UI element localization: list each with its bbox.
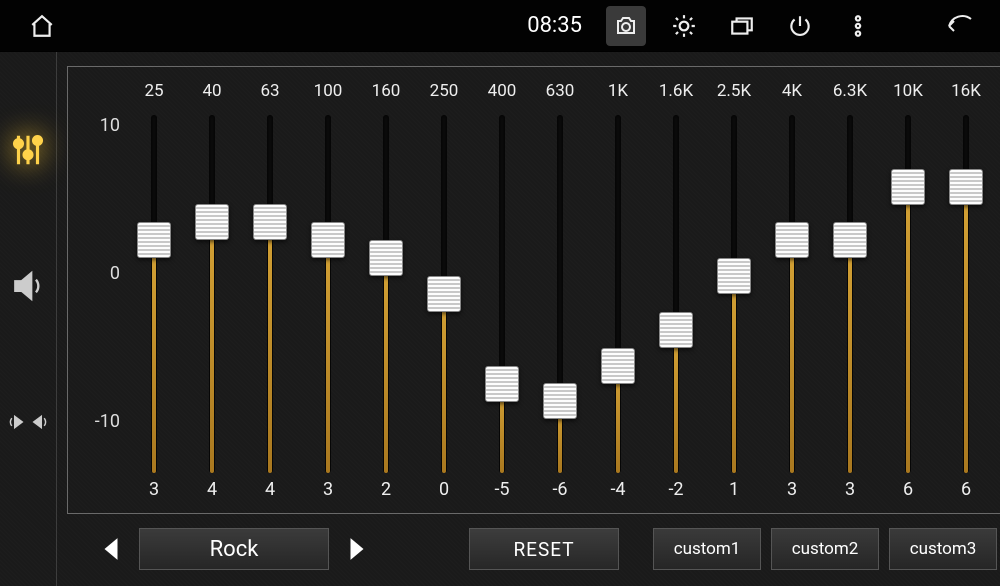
volume-tab-icon[interactable]: [0, 258, 56, 314]
freq-label: 1.6K: [659, 81, 693, 107]
freq-label: 250: [430, 81, 459, 107]
value-label: 0: [439, 479, 449, 503]
eq-band: 1.6K -2: [650, 81, 702, 503]
eq-slider[interactable]: [534, 115, 586, 473]
eq-slider[interactable]: [418, 115, 470, 473]
eq-slider[interactable]: [650, 115, 702, 473]
eq-band: 63 4: [244, 81, 296, 503]
preset-display[interactable]: Rock: [139, 528, 329, 570]
eq-slider[interactable]: [360, 115, 412, 473]
eq-band: 4K 3: [766, 81, 818, 503]
value-label: 3: [323, 479, 333, 503]
value-label: 6: [961, 479, 971, 503]
eq-slider[interactable]: [766, 115, 818, 473]
equalizer-tab-icon[interactable]: [0, 122, 56, 178]
eq-band: 630 -6: [534, 81, 586, 503]
eq-slider[interactable]: [244, 115, 296, 473]
eq-band: 10K 6: [882, 81, 934, 503]
axis-min-label: -10: [76, 411, 120, 432]
eq-slider[interactable]: [592, 115, 644, 473]
eq-band: 40 4: [186, 81, 238, 503]
balance-tab-icon[interactable]: [0, 394, 56, 450]
freq-label: 10K: [893, 81, 923, 107]
eq-band: 100 3: [302, 81, 354, 503]
freq-label: 25: [144, 81, 163, 107]
more-icon[interactable]: [838, 6, 878, 46]
clock-time: 08:35: [527, 13, 582, 38]
freq-label: 63: [260, 81, 279, 107]
power-icon[interactable]: [780, 6, 820, 46]
recent-apps-icon[interactable]: [722, 6, 762, 46]
value-label: 1: [729, 479, 739, 503]
freq-label: 630: [546, 81, 575, 107]
value-label: 3: [149, 479, 159, 503]
eq-band: 25 3: [128, 81, 180, 503]
freq-label: 160: [372, 81, 401, 107]
freq-label: 400: [488, 81, 517, 107]
eq-band: 6.3K 3: [824, 81, 876, 503]
freq-label: 4K: [782, 81, 802, 107]
value-label: -2: [668, 479, 683, 503]
eq-slider[interactable]: [476, 115, 528, 473]
axis-mid-label: 0: [76, 263, 120, 284]
custom1-button[interactable]: custom1: [653, 528, 761, 570]
freq-label: 40: [202, 81, 221, 107]
brightness-icon[interactable]: [664, 6, 704, 46]
bottom-controls: Rock RESET custom1 custom2 custom3: [67, 514, 1000, 576]
eq-band: 16K 6: [940, 81, 992, 503]
value-label: 3: [787, 479, 797, 503]
eq-slider[interactable]: [708, 115, 760, 473]
eq-slider[interactable]: [824, 115, 876, 473]
custom2-button[interactable]: custom2: [771, 528, 879, 570]
value-label: 4: [265, 479, 275, 503]
eq-band: 2.5K 1: [708, 81, 760, 503]
back-icon[interactable]: [938, 6, 978, 46]
preset-next-button[interactable]: [343, 531, 371, 567]
value-label: -5: [494, 479, 509, 503]
freq-label: 6.3K: [833, 81, 867, 107]
eq-slider[interactable]: [882, 115, 934, 473]
eq-slider[interactable]: [940, 115, 992, 473]
eq-band: 160 2: [360, 81, 412, 503]
eq-band: 400 -5: [476, 81, 528, 503]
value-label: 4: [207, 479, 217, 503]
eq-band: 1K -4: [592, 81, 644, 503]
value-label: -6: [552, 479, 567, 503]
home-icon[interactable]: [22, 6, 62, 46]
equalizer-panel: 10 0 -10 25 3 40 4 63: [67, 66, 1000, 514]
reset-button[interactable]: RESET: [469, 528, 619, 570]
freq-label: 1K: [608, 81, 628, 107]
content: 10 0 -10 25 3 40 4 63: [57, 52, 1000, 586]
value-label: 2: [381, 479, 391, 503]
statusbar: 08:35: [0, 0, 1000, 52]
eq-band: 250 0: [418, 81, 470, 503]
eq-slider[interactable]: [302, 115, 354, 473]
freq-label: 2.5K: [717, 81, 751, 107]
preset-prev-button[interactable]: [97, 531, 125, 567]
camera-icon[interactable]: [606, 6, 646, 46]
eq-slider[interactable]: [128, 115, 180, 473]
axis-max-label: 10: [76, 115, 120, 136]
value-label: 3: [845, 479, 855, 503]
custom3-button[interactable]: custom3: [889, 528, 997, 570]
freq-label: 16K: [951, 81, 981, 107]
value-label: 6: [903, 479, 913, 503]
value-label: -4: [610, 479, 625, 503]
eq-slider[interactable]: [186, 115, 238, 473]
freq-label: 100: [314, 81, 343, 107]
sidebar: [0, 52, 57, 586]
